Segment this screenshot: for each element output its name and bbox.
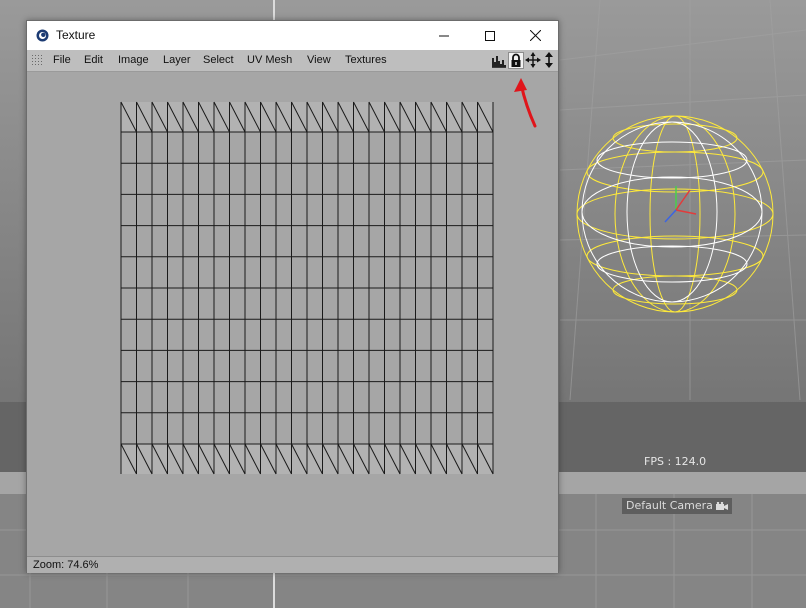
- title-bar[interactable]: Texture: [27, 21, 558, 50]
- histogram-icon[interactable]: [491, 52, 507, 68]
- close-button[interactable]: [512, 21, 558, 50]
- status-bar: Zoom: 74.6%: [27, 556, 558, 573]
- menu-select[interactable]: Select: [203, 54, 234, 66]
- maximize-button[interactable]: [467, 21, 513, 50]
- menu-uv-mesh[interactable]: UV Mesh: [247, 54, 292, 66]
- maximize-icon: [485, 30, 495, 41]
- menu-textures[interactable]: Textures: [345, 54, 387, 66]
- menu-layer[interactable]: Layer: [163, 54, 191, 66]
- menu-edit[interactable]: Edit: [84, 54, 103, 66]
- annotation-arrow: [514, 78, 537, 128]
- menu-view[interactable]: View: [307, 54, 331, 66]
- menu-bar: File Edit Image Layer Select UV Mesh Vie…: [27, 50, 558, 72]
- camera-name: Default Camera: [626, 499, 713, 512]
- menu-image[interactable]: Image: [118, 54, 149, 66]
- lock-icon: [511, 53, 521, 67]
- camera-icon: [715, 502, 728, 510]
- cinema4d-app-icon: [36, 29, 49, 42]
- scroll-icon[interactable]: [541, 52, 557, 68]
- zoom-level: Zoom: 74.6%: [33, 559, 99, 571]
- fps-readout: FPS : 124.0: [644, 455, 707, 468]
- minimize-button[interactable]: [421, 21, 467, 50]
- menu-file[interactable]: File: [53, 54, 71, 66]
- close-icon: [529, 30, 541, 41]
- texture-window[interactable]: Texture File Edit Image Layer Select UV …: [26, 20, 559, 573]
- move-icon[interactable]: [525, 52, 541, 68]
- window-title: Texture: [56, 28, 96, 42]
- camera-label[interactable]: Default Camera: [622, 498, 732, 514]
- uv-canvas[interactable]: [27, 72, 558, 554]
- menu-grip-icon[interactable]: [31, 54, 43, 66]
- minimize-icon: [439, 35, 449, 36]
- lock-button[interactable]: [508, 52, 524, 69]
